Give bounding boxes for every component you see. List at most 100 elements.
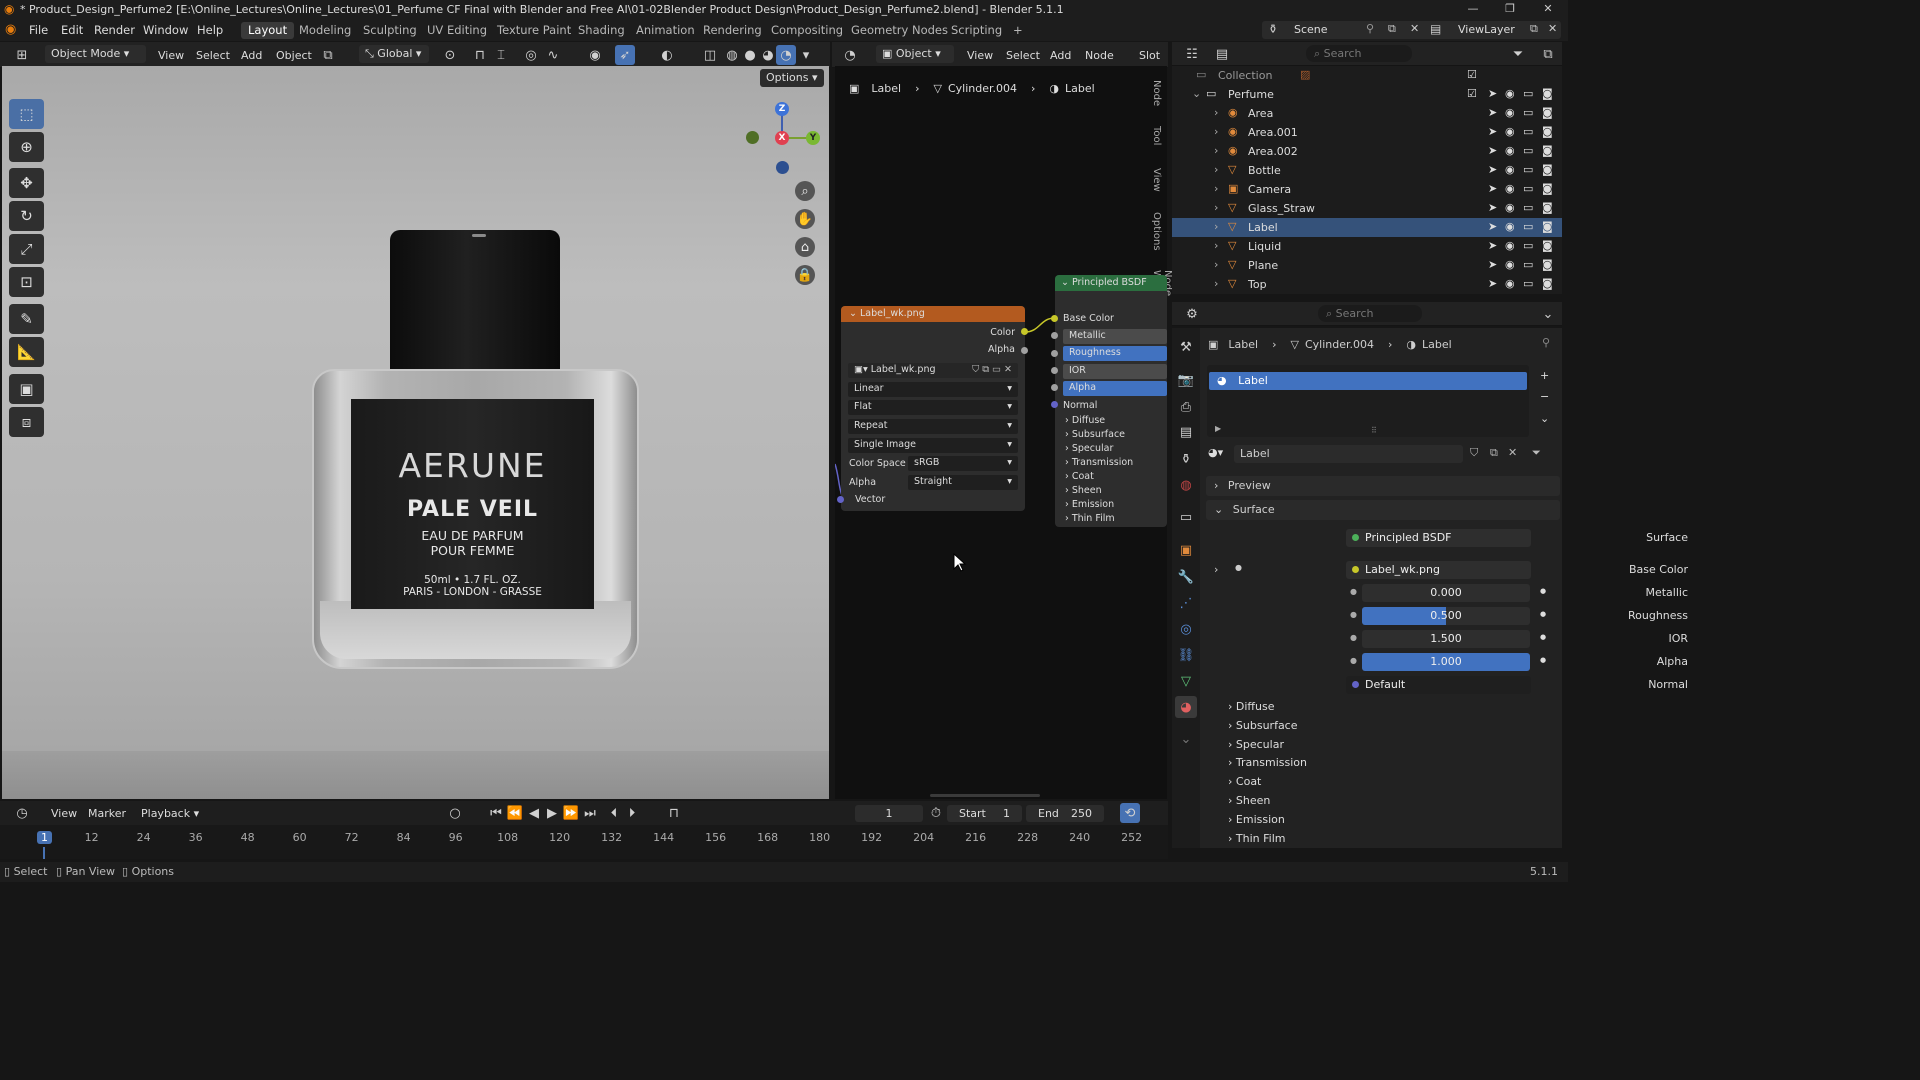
transform-orientation-dropdown[interactable]: ⤡ Global ▾	[359, 45, 429, 63]
outliner-row-item[interactable]: › ▽ Top ➤ ◉ ▭ ◙	[1172, 275, 1562, 294]
gizmo-x-icon[interactable]: X	[775, 131, 789, 145]
workspace-tab-modeling[interactable]: Modeling	[292, 22, 358, 39]
outliner-row-item[interactable]: › ▽ Plane ➤ ◉ ▭ ◙	[1172, 256, 1562, 275]
properties-search-input[interactable]: ⌕ Search	[1318, 305, 1422, 322]
viewport-toggle-icon[interactable]: ▭	[1523, 87, 1533, 100]
gizmo-neg-y-icon[interactable]	[746, 131, 759, 144]
duplicate-material-icon[interactable]: ⧉	[1490, 446, 1498, 460]
select-toggle-icon[interactable]: ➤	[1488, 125, 1497, 138]
workspace-tab-geometry-nodes[interactable]: Geometry Nodes	[844, 22, 955, 39]
properties-options-icon[interactable]: ⌄	[1538, 304, 1558, 324]
viewport-menu-add[interactable]: Add	[241, 49, 262, 62]
bsdf-roughness-socket[interactable]	[1051, 350, 1058, 357]
select-toggle-icon[interactable]: ➤	[1488, 239, 1497, 252]
viewport-toggle-icon[interactable]: ▭	[1523, 125, 1533, 138]
outliner-row-collection[interactable]: ▭ Collection ▨ ☑	[1172, 66, 1562, 85]
exclude-checkbox-icon[interactable]: ☑	[1467, 68, 1477, 81]
eye-icon[interactable]: ◉	[1505, 106, 1515, 119]
snap-target-icon[interactable]: ⌶	[491, 45, 511, 65]
tabs-more-icon[interactable]: ⌄	[1175, 728, 1197, 750]
start-frame-field[interactable]: Start 1	[947, 805, 1022, 822]
gizmo-neg-z-icon[interactable]	[776, 161, 789, 174]
outliner-editor-type-icon[interactable]: ☷	[1182, 44, 1202, 64]
wireframe-shading-icon[interactable]: ◍	[722, 45, 742, 65]
image-actions-icon[interactable]: ⛉ ⧉ ▭ ✕	[972, 364, 1012, 375]
eye-icon[interactable]: ◉	[1505, 163, 1515, 176]
image-vector-socket[interactable]	[837, 496, 844, 503]
prev-keyframe-icon[interactable]: ⏪	[505, 803, 525, 823]
input-metallic[interactable]: Metallic	[1063, 329, 1167, 344]
eye-icon[interactable]: ◉	[1505, 201, 1515, 214]
expand-chevron-icon[interactable]: ›	[1214, 277, 1218, 290]
world-tab-icon[interactable]: ◍	[1175, 474, 1197, 496]
panel-thin-film[interactable]: › Thin Film	[1065, 513, 1115, 524]
timeline-editor-type-icon[interactable]: ◷	[12, 803, 32, 823]
playhead-line[interactable]	[43, 847, 45, 859]
subsection-diffuse[interactable]: › Diffuse	[1228, 700, 1274, 713]
workspace-tab-sculpting[interactable]: Sculpting	[356, 22, 424, 39]
modifier-tab-icon[interactable]: 🔧	[1175, 566, 1197, 588]
viewport-options-button[interactable]: Options ▾	[760, 69, 824, 87]
outliner-search-input[interactable]: ⌕ Search	[1306, 45, 1412, 62]
panel-transmission[interactable]: › Transmission	[1065, 457, 1133, 468]
subsection-transmission[interactable]: › Transmission	[1228, 756, 1307, 769]
workspace-tab-uv-editing[interactable]: UV Editing	[420, 22, 494, 39]
subsection-specular[interactable]: › Specular	[1228, 738, 1284, 751]
timeline-menu-playback[interactable]: Playback ▾	[141, 807, 199, 820]
new-collection-icon[interactable]: ⧉	[1538, 44, 1558, 64]
display-mode-icon[interactable]: ▤	[1212, 44, 1232, 64]
outliner-row-item[interactable]: › ◉ Area.002 ➤ ◉ ▭ ◙	[1172, 142, 1562, 161]
extension-dropdown[interactable]: Repeat ▾	[848, 419, 1018, 434]
render-toggle-icon[interactable]: ◙	[1542, 201, 1553, 214]
bsdf-ior-socket[interactable]	[1051, 367, 1058, 374]
keyframe-dot-icon[interactable]: ●	[1540, 633, 1546, 641]
viewport-toggle-icon[interactable]: ▭	[1523, 277, 1533, 290]
data-tab-icon[interactable]: ▽	[1175, 670, 1197, 692]
select-toggle-icon[interactable]: ➤	[1488, 277, 1497, 290]
render-toggle-icon[interactable]: ◙	[1542, 87, 1553, 100]
bsdf-normal-socket[interactable]	[1051, 401, 1058, 408]
transform-tool-icon[interactable]: ⊡	[9, 267, 44, 297]
subsection-sheen[interactable]: › Sheen	[1228, 794, 1270, 807]
view-layer-tab-icon[interactable]: ▤	[1175, 421, 1197, 443]
workspace-tab-texture-paint[interactable]: Texture Paint	[490, 22, 578, 39]
outliner-row-item[interactable]: › ◉ Area ➤ ◉ ▭ ◙	[1172, 104, 1562, 123]
bsdf-metallic-socket[interactable]	[1051, 332, 1058, 339]
blender-menu-icon[interactable]: ◉	[5, 22, 16, 37]
render-toggle-icon[interactable]: ◙	[1542, 239, 1553, 252]
sync-icon[interactable]: ⧉	[318, 45, 338, 65]
view-layer-selector[interactable]: ▤ ViewLayer ⧉ ✕	[1426, 21, 1561, 39]
scale-tool-icon[interactable]: ⤢	[9, 234, 44, 264]
subsection-coat[interactable]: › Coat	[1228, 775, 1261, 788]
add-primitive-tool-icon[interactable]: ⧈	[9, 407, 44, 437]
alpha-field[interactable]: 1.000	[1362, 653, 1530, 671]
eye-icon[interactable]: ◉	[1505, 239, 1515, 252]
render-toggle-icon[interactable]: ◙	[1542, 182, 1553, 195]
shader-type-dropdown[interactable]: ▣ Object ▾	[876, 45, 954, 63]
properties-editor-type-icon[interactable]: ⚙	[1182, 304, 1202, 324]
node-link-icon[interactable]: ⏷	[1532, 446, 1541, 460]
3d-viewport[interactable]: AERUNE PALE VEIL EAU DE PARFUM POUR FEMM…	[2, 66, 829, 799]
end-frame-field[interactable]: End 250	[1026, 805, 1104, 822]
eye-icon[interactable]: ◉	[1505, 277, 1515, 290]
pin-icon[interactable]: ⚲	[1542, 336, 1550, 349]
unlink-material-icon[interactable]: ✕	[1508, 446, 1517, 459]
add-cube-tool-icon[interactable]: ▣	[9, 374, 44, 404]
keyframe-dot-icon[interactable]: ●	[1540, 610, 1546, 618]
select-toggle-icon[interactable]: ➤	[1488, 220, 1497, 233]
overlay-icon[interactable]: ◐	[657, 45, 677, 65]
close-icon[interactable]: ✕	[1541, 2, 1555, 16]
auto-keying-icon[interactable]: ○	[445, 803, 465, 823]
constraints-tab-icon[interactable]: ⛓	[1175, 644, 1197, 666]
delete-scene-icon[interactable]: ✕	[1410, 22, 1419, 35]
expand-chevron-icon[interactable]: ⌄	[1192, 87, 1201, 100]
workspace-tab-scripting[interactable]: Scripting	[944, 22, 1009, 39]
eye-icon[interactable]: ◉	[1505, 125, 1515, 138]
select-toggle-icon[interactable]: ➤	[1488, 163, 1497, 176]
rotate-tool-icon[interactable]: ↻	[9, 201, 44, 231]
outliner-row-item[interactable]: › ▽ Label ➤ ◉ ▭ ◙	[1172, 218, 1562, 237]
viewport-toggle-icon[interactable]: ▭	[1523, 201, 1533, 214]
zoom-icon[interactable]: ⌕	[795, 181, 815, 201]
play-reverse-icon[interactable]: ◀	[524, 803, 544, 823]
keyframe-dot-icon[interactable]: ●	[1540, 587, 1546, 595]
